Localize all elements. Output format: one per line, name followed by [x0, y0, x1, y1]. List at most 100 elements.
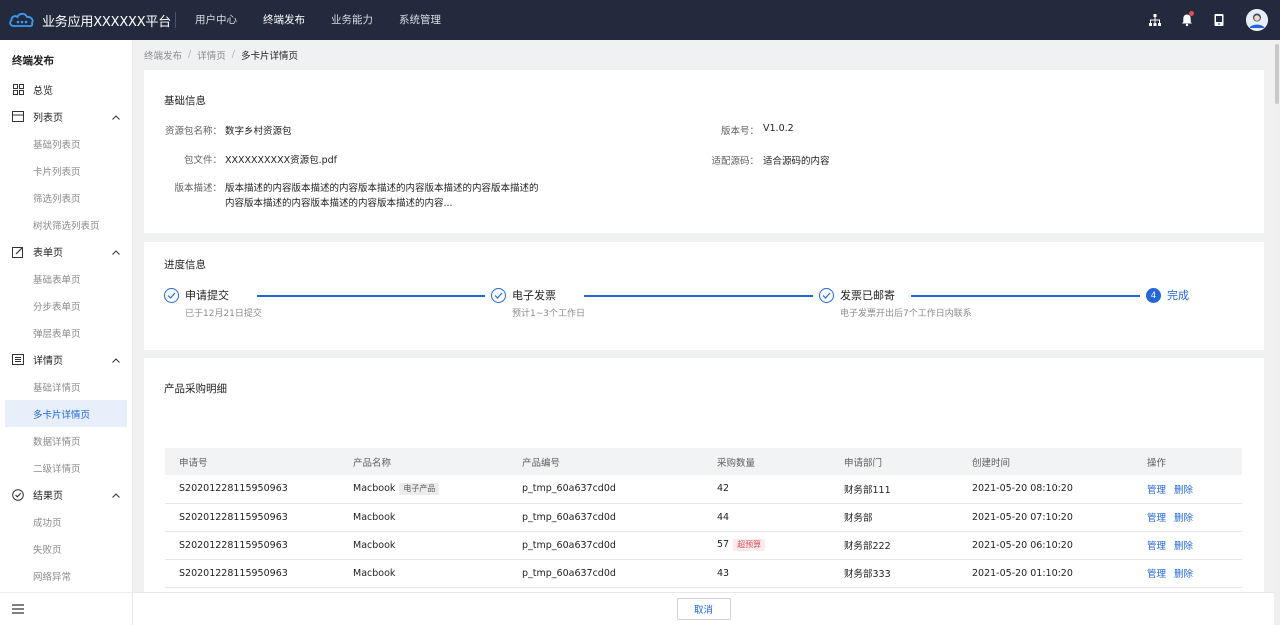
page-scrollbar-thumb[interactable]: [1275, 44, 1279, 104]
delete-link[interactable]: 删除: [1174, 569, 1193, 580]
notification-bell-icon[interactable]: [1172, 0, 1202, 40]
chevron-up-icon[interactable]: [112, 490, 120, 501]
department: 财务部333: [844, 569, 891, 580]
step-connector-line: [584, 295, 813, 297]
sidebar-item[interactable]: 筛选列表页: [0, 184, 132, 211]
description-row: 版本描述： 版本描述的内容版本描述的内容版本描述的内容版本描述的内容版本描述的内…: [164, 181, 545, 211]
created-time-cell: 2021-05-20 01:10:20: [958, 559, 1133, 588]
over-budget-tag: 超预算: [733, 539, 766, 551]
sidebar-item[interactable]: 弹层表单页: [0, 319, 132, 346]
sidebar-item[interactable]: 卡片列表页: [0, 157, 132, 184]
table-header-cell: 采购数量: [703, 448, 830, 475]
actions-cell: 管理删除: [1133, 503, 1242, 532]
chevron-up-icon[interactable]: [112, 355, 120, 366]
top-header: 业务应用XXXXXX平台 用户中心 终端发布 业务能力 系统管理: [0, 0, 1280, 40]
step-description: 预计1~3个工作日: [512, 309, 585, 319]
application-id: S20201228115950963: [179, 483, 288, 495]
app-logo[interactable]: 业务应用XXXXXX平台: [0, 0, 175, 40]
topnav-item[interactable]: 用户中心: [182, 0, 250, 40]
product-code: p_tmp_60a637cd0d: [522, 539, 616, 551]
breadcrumb-item[interactable]: 详情页: [197, 48, 226, 62]
sidebar-item-overview[interactable]: 总览: [0, 76, 132, 103]
table-header-cell: 产品编号: [508, 448, 703, 475]
sitemap-icon[interactable]: [1140, 0, 1170, 40]
sidebar-title: 终端发布: [12, 55, 54, 67]
manage-link[interactable]: 管理: [1147, 541, 1166, 552]
package-file-value: XXXXXXXXXX资源包.pdf: [225, 155, 338, 166]
footer-bar: 取消: [133, 592, 1274, 625]
table-header-row: 申请号 产品名称 产品编号 采购数量 申请部门 创建时间 操作: [165, 448, 1242, 475]
sidebar-item[interactable]: 分步表单页: [0, 292, 132, 319]
quantity: 57: [717, 539, 730, 550]
header-divider: [175, 12, 176, 28]
product-code: p_tmp_60a637cd0d: [522, 567, 616, 579]
department-cell: 财务部333: [830, 559, 958, 588]
version-label: 版本号：: [720, 126, 759, 137]
topnav-item[interactable]: 终端发布: [250, 0, 318, 40]
sidebar-group-0[interactable]: 列表页: [0, 103, 132, 130]
sidebar-item[interactable]: 树状筛选列表页: [0, 211, 132, 238]
sidebar-group-label: 表单页: [33, 248, 63, 259]
page-scrollbar[interactable]: [1274, 40, 1280, 625]
cloud-logo-icon: [9, 12, 34, 28]
chevron-up-icon[interactable]: [112, 112, 120, 123]
sidebar-item[interactable]: 二级详情页: [0, 454, 132, 481]
table-body: S20201228115950963 Macbook 电子产品 p_tmp_60a63…: [165, 475, 1242, 592]
quantity-cell: 57 超预算: [703, 531, 830, 560]
manage-link[interactable]: 管理: [1147, 569, 1166, 580]
menu-icon: [12, 604, 24, 614]
table-header-cell: 产品名称: [339, 448, 508, 475]
sidebar-group-2[interactable]: 详情页: [0, 346, 132, 373]
sidebar-item[interactable]: 基础详情页: [0, 373, 132, 400]
step-text: 发票已邮寄 电子发票开出后7个工作日内联系: [840, 288, 972, 319]
sidebar-item[interactable]: 基础表单页: [0, 265, 132, 292]
product-name: Macbook: [353, 567, 396, 579]
sidebar-group-label: 详情页: [33, 356, 63, 367]
step-text: 电子发票 预计1~3个工作日: [512, 288, 585, 319]
step-text: 申请提交 已于12月21日提交: [185, 288, 262, 319]
table-row: S20201228115950963 Macbook 电子产品 p_tmp_60a63…: [165, 475, 1242, 504]
sidebar-item[interactable]: 多卡片详情页: [5, 400, 127, 427]
table-row: S20201228115950963 Macbook p_tmp_60a637cd0…: [165, 503, 1242, 532]
cancel-button[interactable]: 取消: [676, 598, 731, 620]
delete-link[interactable]: 删除: [1174, 541, 1193, 552]
topnav-item[interactable]: 系统管理: [386, 0, 454, 40]
user-avatar[interactable]: [1246, 9, 1268, 31]
collapse-menu-button[interactable]: [0, 592, 132, 625]
sidebar-item[interactable]: 失败页: [0, 535, 132, 562]
progress-step: 电子发票 预计1~3个工作日: [491, 288, 585, 319]
table-header-cell: 操作: [1133, 448, 1242, 475]
step-title: 完成: [1167, 289, 1189, 302]
step-check-icon: [819, 288, 834, 303]
main-content: 终端发布 / 详情页 / 多卡片详情页 基础信息 资源包名称： 数字乡村资源包 …: [144, 40, 1264, 592]
sidebar-item[interactable]: 网络异常: [0, 562, 132, 589]
progress-step: 申请提交 已于12月21日提交: [164, 288, 262, 319]
actions-cell: 管理删除: [1133, 475, 1242, 504]
progress-step: 发票已邮寄 电子发票开出后7个工作日内联系: [819, 288, 972, 319]
version-row: 版本号： V1.0.2: [704, 123, 794, 137]
application-id: S20201228115950963: [179, 567, 288, 579]
version-value: V1.0.2: [763, 123, 794, 134]
manage-link[interactable]: 管理: [1147, 513, 1166, 524]
device-icon[interactable]: [1204, 0, 1234, 40]
breadcrumb-item[interactable]: 终端发布: [144, 48, 182, 62]
product-code-cell: p_tmp_60a637cd0d: [508, 559, 703, 588]
department: 财务部222: [844, 541, 891, 552]
topnav-item[interactable]: 业务能力: [318, 0, 386, 40]
sidebar-item[interactable]: 成功页: [0, 508, 132, 535]
sidebar-group-3[interactable]: 结果页: [0, 481, 132, 508]
sidebar-group-1[interactable]: 表单页: [0, 238, 132, 265]
sidebar-item[interactable]: 数据详情页: [0, 427, 132, 454]
notification-badge: [1189, 11, 1194, 16]
chevron-up-icon[interactable]: [112, 247, 120, 258]
product-code-cell: p_tmp_60a637cd0d: [508, 475, 703, 504]
sidebar-item[interactable]: 基础列表页: [0, 130, 132, 157]
delete-link[interactable]: 删除: [1174, 513, 1193, 524]
delete-link[interactable]: 删除: [1174, 485, 1193, 496]
source-row: 适配源码： 适合源码的内容: [704, 153, 829, 167]
step-number: 4: [1146, 288, 1161, 303]
created-time: 2021-05-20 06:10:20: [972, 539, 1073, 551]
actions-cell: 管理删除: [1133, 531, 1242, 560]
manage-link[interactable]: 管理: [1147, 485, 1166, 496]
source-label: 适配源码：: [711, 156, 759, 167]
